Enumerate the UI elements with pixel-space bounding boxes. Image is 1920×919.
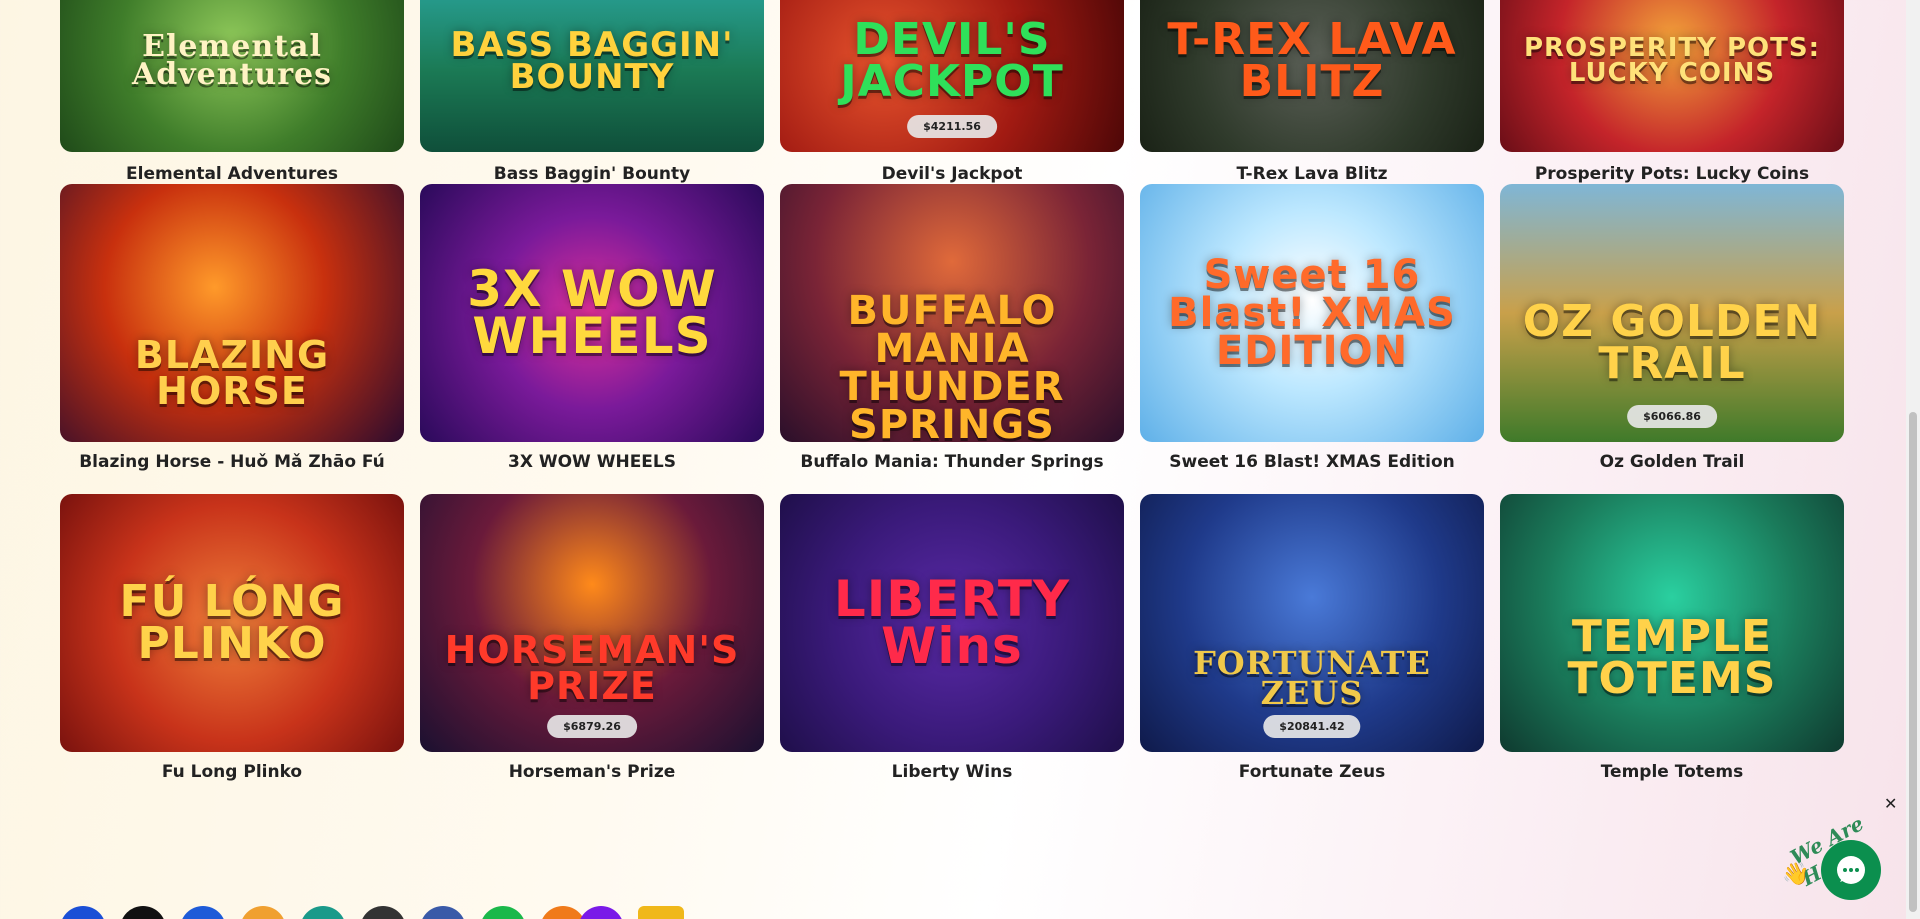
game-title[interactable]: Devil's Jackpot [882,164,1023,184]
game-card[interactable]: BASS BAGGIN' BOUNTY Bass Baggin' Bounty [420,0,764,184]
game-art-title: Elemental Adventures [131,28,333,92]
game-thumbnail[interactable]: FÚ LÓNG PLINKO [60,494,404,752]
game-art-title: 3X WOW WHEELS [467,259,717,365]
game-card[interactable]: FORTUNATE ZEUS $20841.42 Fortunate Zeus [1140,494,1484,804]
game-card[interactable]: HORSEMAN'S PRIZE $6879.26 Horseman's Pri… [420,494,764,804]
game-thumbnail[interactable]: HORSEMAN'S PRIZE $6879.26 [420,494,764,752]
game-title[interactable]: Sweet 16 Blast! XMAS Edition [1169,452,1455,472]
game-thumbnail[interactable]: FORTUNATE ZEUS $20841.42 [1140,494,1484,752]
jackpot-badge: $6066.86 [1627,405,1717,428]
social-icon[interactable] [180,906,226,919]
social-icon[interactable] [638,906,684,919]
game-thumbnail[interactable]: LIBERTY Wins [780,494,1124,752]
waving-hand-icon: 👋 [1782,862,1810,887]
game-card[interactable]: PROSPERITY POTS: LUCKY COINS Prosperity … [1500,0,1844,184]
game-card[interactable]: Sweet 16 Blast! XMAS EDITION Sweet 16 Bl… [1140,184,1484,494]
game-art-title: BASS BAGGIN' BOUNTY [450,24,734,97]
game-title[interactable]: Fu Long Plinko [162,762,302,782]
game-card[interactable]: FÚ LÓNG PLINKO Fu Long Plinko [60,494,404,804]
game-title[interactable]: Oz Golden Trail [1600,452,1745,472]
game-title[interactable]: Liberty Wins [892,762,1013,782]
game-art-title: TEMPLE TOTEMS [1567,611,1777,704]
social-icon[interactable] [480,906,526,919]
game-thumbnail[interactable]: DEVIL'S JACKPOT $4211.56 [780,0,1124,152]
game-thumbnail[interactable]: TEMPLE TOTEMS [1500,494,1844,752]
game-card[interactable]: 3X WOW WHEELS 3X WOW WHEELS [420,184,764,494]
social-icon[interactable] [420,906,466,919]
game-title[interactable]: Blazing Horse - Huǒ Mǎ Zhāo Fú [79,452,385,472]
jackpot-badge: $20841.42 [1263,715,1361,738]
game-art-title: HORSEMAN'S PRIZE [444,627,740,708]
game-art-title: FORTUNATE ZEUS [1193,643,1431,712]
game-art-title: BUFFALO MANIA THUNDER SPRINGS [839,288,1065,442]
game-title[interactable]: Buffalo Mania: Thunder Springs [800,452,1103,472]
game-card[interactable]: T-REX LAVA BLITZ T-Rex Lava Blitz [1140,0,1484,184]
game-title[interactable]: Bass Baggin' Bounty [494,164,690,184]
game-thumbnail[interactable]: BASS BAGGIN' BOUNTY [420,0,764,152]
close-icon[interactable]: ✕ [1884,794,1897,813]
game-card[interactable]: OZ GOLDEN TRAIL $6066.86 Oz Golden Trail [1500,184,1844,494]
game-card[interactable]: TEMPLE TOTEMS Temple Totems [1500,494,1844,804]
game-thumbnail[interactable]: BLAZING HORSE [60,184,404,442]
chat-bubble-icon [1837,856,1865,884]
game-title[interactable]: Prosperity Pots: Lucky Coins [1535,164,1809,184]
game-thumbnail[interactable]: Elemental Adventures [60,0,404,152]
game-art-title: OZ GOLDEN TRAIL [1522,296,1822,389]
game-title[interactable]: 3X WOW WHEELS [508,452,676,472]
social-icon[interactable] [578,906,624,919]
game-title[interactable]: Elemental Adventures [126,164,338,184]
game-art-title: BLAZING HORSE [134,332,330,413]
game-thumbnail[interactable]: T-REX LAVA BLITZ [1140,0,1484,152]
game-thumbnail[interactable]: BUFFALO MANIA THUNDER SPRINGS [780,184,1124,442]
game-card[interactable]: BUFFALO MANIA THUNDER SPRINGS Buffalo Ma… [780,184,1124,494]
scrollbar-thumb[interactable] [1909,412,1917,912]
page-scrollbar[interactable] [1906,0,1920,919]
game-art-title: FÚ LÓNG PLINKO [119,576,345,669]
game-thumbnail[interactable]: Sweet 16 Blast! XMAS EDITION [1140,184,1484,442]
social-icon[interactable] [240,906,286,919]
game-thumbnail[interactable]: 3X WOW WHEELS [420,184,764,442]
game-thumbnail[interactable]: PROSPERITY POTS: LUCKY COINS [1500,0,1844,152]
game-art-title: Sweet 16 Blast! XMAS EDITION [1168,252,1456,374]
game-card[interactable]: Elemental Adventures Elemental Adventure… [60,0,404,184]
games-grid: Elemental Adventures Elemental Adventure… [60,0,1844,804]
game-thumbnail[interactable]: OZ GOLDEN TRAIL $6066.86 [1500,184,1844,442]
jackpot-badge: $6879.26 [547,715,637,738]
game-card[interactable]: LIBERTY Wins Liberty Wins [780,494,1124,804]
social-icon[interactable] [540,906,586,919]
game-title[interactable]: Horseman's Prize [509,762,676,782]
chat-button[interactable] [1821,840,1881,900]
game-art-title: PROSPERITY POTS: LUCKY COINS [1523,33,1821,88]
footer-icon-row [60,906,684,919]
game-title[interactable]: T-Rex Lava Blitz [1236,164,1387,184]
game-art-title: T-REX LAVA BLITZ [1167,14,1457,107]
game-card[interactable]: BLAZING HORSE Blazing Horse - Huǒ Mǎ Zhā… [60,184,404,494]
game-art-title: LIBERTY Wins [833,569,1071,675]
social-icon[interactable] [300,906,346,919]
game-title[interactable]: Temple Totems [1601,762,1744,782]
game-card[interactable]: DEVIL'S JACKPOT $4211.56 Devil's Jackpot [780,0,1124,184]
social-icon[interactable] [60,906,106,919]
game-title[interactable]: Fortunate Zeus [1239,762,1385,782]
social-icon[interactable] [120,906,166,919]
social-icon[interactable] [360,906,406,919]
jackpot-badge: $4211.56 [907,115,997,138]
game-art-title: DEVIL'S JACKPOT [840,14,1064,107]
